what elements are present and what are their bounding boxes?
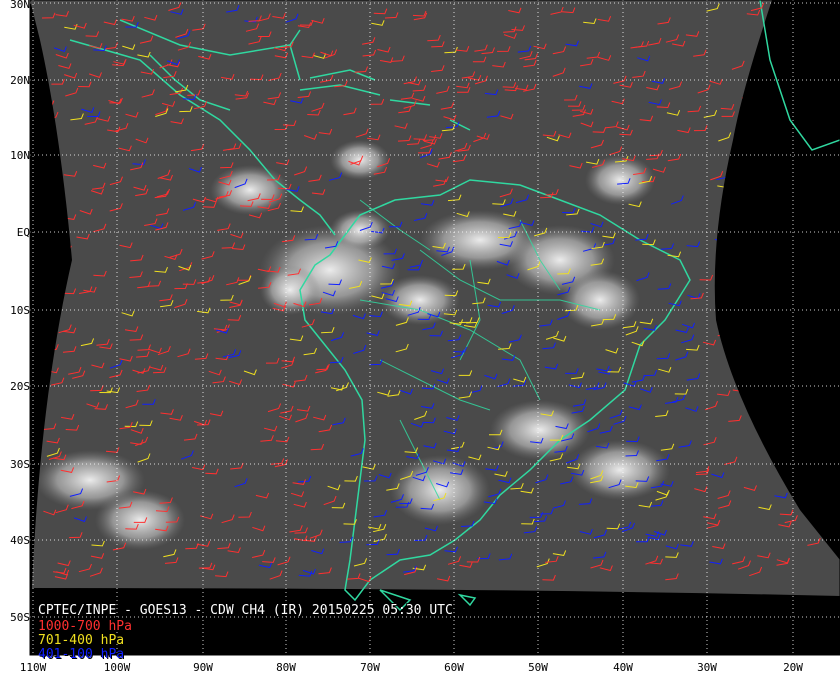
lat-label-10n: 10N xyxy=(10,149,30,162)
legend-low-level: 1000-700 hPa xyxy=(38,619,132,634)
satellite-wind-map: 30N 20N 10N EQ 10S 20S 30S 40S 50S 110W … xyxy=(0,0,840,680)
lon-label-40w: 40W xyxy=(613,661,633,674)
lon-label-90w: 90W xyxy=(193,661,213,674)
lat-label-20s: 20S xyxy=(10,380,30,393)
cloud-patch xyxy=(390,455,490,525)
lon-label-110w: 110W xyxy=(19,661,47,674)
cloud-patch xyxy=(585,155,655,205)
lat-label-20n: 20N xyxy=(10,74,30,87)
lon-label-30w: 30W xyxy=(697,661,717,674)
lat-label-eq: EQ xyxy=(16,226,30,239)
lon-label-60w: 60W xyxy=(444,661,464,674)
map-caption: CPTEC/INPE - GOES13 - CDW CH4 (IR) 20150… xyxy=(38,603,453,618)
cloud-patch xyxy=(210,165,290,215)
lon-label-100w: 100W xyxy=(103,661,131,674)
satellite-image xyxy=(29,0,840,656)
lon-label-20w: 20W xyxy=(783,661,803,674)
cloud-patch xyxy=(560,270,640,330)
cloud-patch xyxy=(330,140,390,180)
lat-label-30s: 30S xyxy=(10,458,30,471)
lat-label-50s: 50S xyxy=(10,611,30,624)
legend-mid-level: 701-400 hPa xyxy=(38,633,125,648)
lat-label-40s: 40S xyxy=(10,534,30,547)
lat-label-30n: 30N xyxy=(10,0,30,11)
lon-label-70w: 70W xyxy=(360,661,380,674)
lon-label-80w: 80W xyxy=(276,661,296,674)
lon-label-50w: 50W xyxy=(528,661,548,674)
lat-label-10s: 10S xyxy=(10,304,30,317)
cloud-patch xyxy=(570,440,670,500)
legend-high-level: 401-100 hPa xyxy=(38,647,125,662)
